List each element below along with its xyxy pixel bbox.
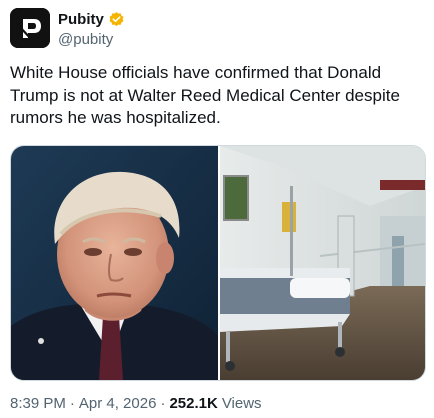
tweet-time[interactable]: 8:39 PM (10, 395, 66, 412)
portrait-photo[interactable] (11, 146, 218, 380)
hospital-image (220, 146, 425, 380)
tweet-header: Pubity @pubity (10, 8, 424, 50)
author-handle[interactable]: @pubity (58, 31, 125, 48)
hospital-corridor-photo[interactable] (220, 146, 425, 380)
views-count: 252.1K (169, 395, 218, 412)
author-display-name[interactable]: Pubity (58, 11, 104, 28)
portrait-image (11, 146, 218, 380)
meta-separator: · (160, 395, 166, 412)
views-label: Views (221, 395, 262, 412)
verified-badge-icon (109, 11, 124, 26)
avatar[interactable] (10, 8, 50, 48)
author-names: Pubity @pubity (58, 10, 125, 48)
tweet-text: White House officials have confirmed tha… (10, 63, 400, 127)
pubity-logo-icon (10, 8, 50, 48)
tweet-date[interactable]: Apr 4, 2026 (79, 395, 157, 412)
tweet-meta: 8:39 PM · Apr 4, 2026 · 252.1K Views (10, 395, 262, 412)
meta-separator: · (69, 395, 75, 412)
media-grid (10, 145, 426, 381)
